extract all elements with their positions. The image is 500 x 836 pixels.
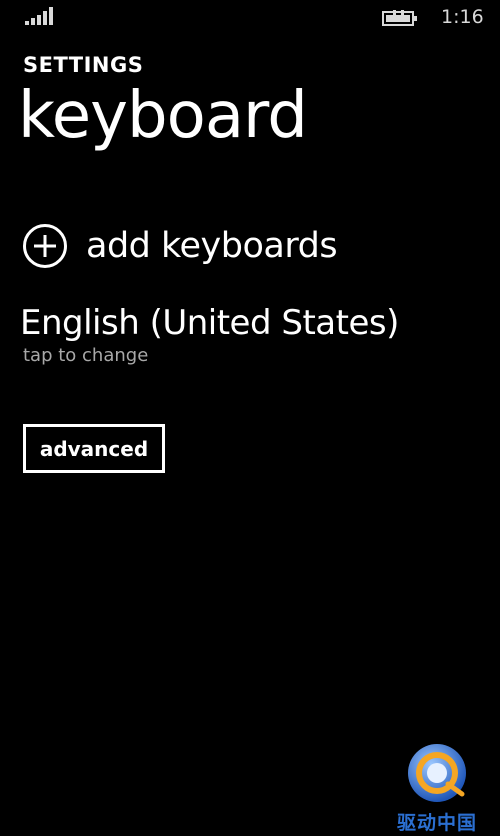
- app-title: SETTINGS: [23, 53, 144, 77]
- status-bar: 1:16: [0, 0, 500, 34]
- drivers-china-logo: [408, 744, 466, 802]
- plus-circle-icon: [23, 224, 67, 268]
- language-hint: tap to change: [23, 345, 149, 366]
- language-name: English (United States): [20, 303, 399, 343]
- advanced-button[interactable]: advanced: [23, 424, 165, 473]
- battery-charging-icon: [382, 10, 417, 26]
- add-keyboards-label: add keyboards: [86, 226, 338, 266]
- clock: 1:16: [441, 6, 484, 28]
- page-title: keyboard: [18, 79, 308, 153]
- signal-bars-icon: [25, 7, 53, 25]
- watermark-text: 驱动中国: [396, 812, 477, 834]
- watermark: 驱动中国: [382, 740, 492, 834]
- add-keyboards-button[interactable]: add keyboards: [22, 222, 338, 270]
- language-item[interactable]: English (United States) tap to change: [20, 302, 399, 368]
